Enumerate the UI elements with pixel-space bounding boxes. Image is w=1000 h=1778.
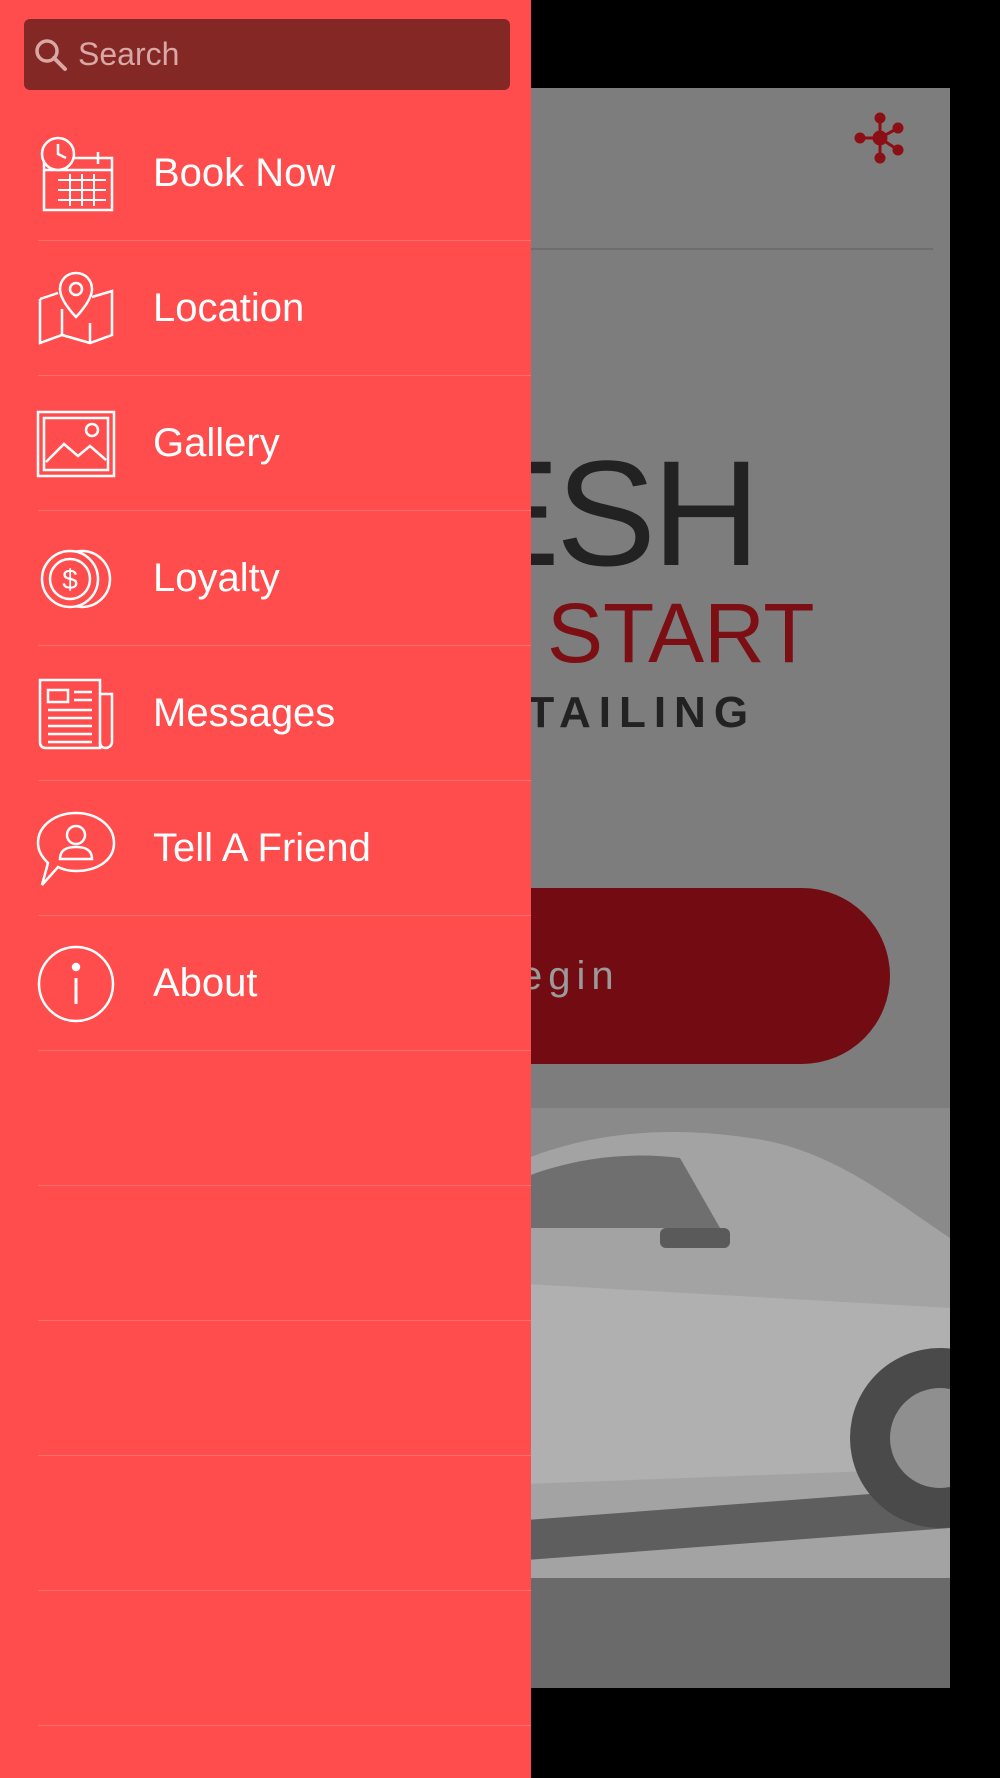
begin-button-label: egin — [520, 953, 620, 998]
logo-text-2: START — [547, 586, 815, 680]
menu-label-location: Location — [153, 286, 305, 330]
empty-menu-row — [0, 1456, 531, 1591]
coins-icon: $ — [40, 549, 112, 608]
search-bar[interactable] — [24, 19, 510, 90]
empty-menu-row — [0, 1321, 531, 1456]
empty-menu-row — [0, 1051, 531, 1186]
header-divider — [531, 248, 933, 250]
newspaper-icon — [38, 678, 114, 749]
side-drawer: Book Now Location Gallery — [0, 0, 531, 1778]
menu-label-book-now: Book Now — [153, 151, 336, 195]
menu-item-tell-a-friend[interactable]: Tell A Friend — [0, 781, 531, 916]
brand-logo: ESH START ETAILING — [460, 438, 850, 758]
menu-item-gallery[interactable]: Gallery — [0, 376, 531, 511]
drawer-menu: Book Now Location Gallery $ Loyalty Mess… — [0, 106, 531, 1726]
menu-label-gallery: Gallery — [153, 421, 280, 465]
menu-item-messages[interactable]: Messages — [0, 646, 531, 781]
menu-label-loyalty: Loyalty — [153, 556, 280, 600]
calendar-clock-icon — [40, 136, 114, 211]
menu-item-book-now[interactable]: Book Now — [0, 106, 531, 241]
menu-item-location[interactable]: Location — [0, 241, 531, 376]
search-input[interactable] — [76, 35, 500, 74]
menu-label-messages: Messages — [153, 691, 336, 735]
svg-text:$: $ — [62, 564, 78, 595]
share-network-icon[interactable] — [852, 110, 908, 166]
menu-label-about: About — [153, 961, 258, 1005]
empty-menu-row — [0, 1591, 531, 1726]
map-pin-icon — [38, 271, 114, 345]
search-icon — [35, 38, 67, 71]
empty-menu-row — [0, 1186, 531, 1321]
image-icon — [36, 410, 116, 477]
menu-item-loyalty[interactable]: $ Loyalty — [0, 511, 531, 646]
chat-person-icon — [36, 811, 116, 886]
info-icon — [37, 945, 115, 1022]
menu-item-about[interactable]: About — [0, 916, 531, 1051]
menu-label-tell-a-friend: Tell A Friend — [153, 826, 371, 870]
